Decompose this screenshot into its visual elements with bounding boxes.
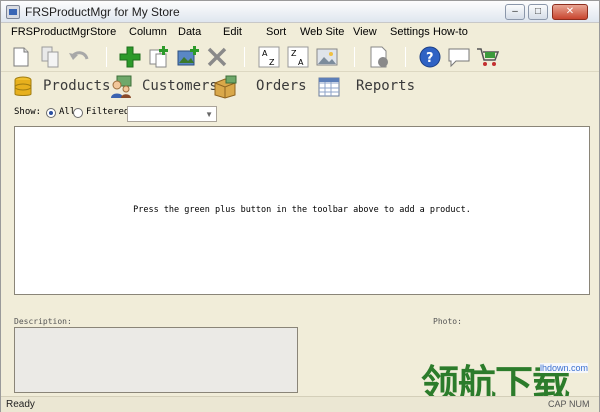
toolbar-separator (354, 47, 355, 67)
status-num: NUM (569, 399, 590, 409)
empty-grid-hint: Press the green plus button in the toolb… (133, 205, 471, 215)
photo-label: Photo: (433, 317, 462, 326)
tab-products[interactable]: Products (11, 73, 111, 101)
toolbar-separator (106, 47, 107, 67)
description-label: Description: (14, 317, 72, 326)
maximize-button[interactable]: □ (528, 4, 548, 20)
tab-orders-label: Orders (256, 78, 307, 94)
menu-sort[interactable]: Sort (266, 26, 286, 38)
toolbar-separator (244, 47, 245, 67)
app-icon (6, 5, 20, 19)
title-bar: FRSProductMgr for My Store – □ ✕ (1, 1, 599, 23)
toolbar-separator (405, 47, 406, 67)
add-image-icon[interactable] (176, 45, 200, 69)
menu-web-site[interactable]: Web Site (300, 26, 344, 38)
menu-bar: FRSProductMgr Store Column Data Edit Sor… (1, 23, 599, 42)
svg-text:Z: Z (291, 49, 297, 58)
database-icon (11, 75, 35, 99)
customers-icon (109, 75, 133, 99)
minimize-button[interactable]: – (505, 4, 525, 20)
status-cap: CAP (548, 399, 567, 409)
tab-products-label: Products (43, 78, 111, 94)
radio-filtered-label: Filtered (86, 107, 130, 117)
tab-customers-label: Customers (142, 78, 218, 94)
menu-store[interactable]: Store (90, 26, 116, 38)
sort-az-icon[interactable]: AZ (257, 45, 281, 69)
sort-za-icon[interactable]: ZA (286, 45, 310, 69)
delete-icon[interactable] (205, 45, 229, 69)
menu-column[interactable]: Column (129, 26, 167, 38)
chevron-down-icon: ▼ (205, 110, 213, 119)
toolbar: AZ ZA ? (1, 42, 599, 72)
status-text: Ready (6, 399, 35, 410)
close-button[interactable]: ✕ (552, 4, 588, 20)
svg-text:?: ? (426, 51, 434, 66)
tab-reports[interactable]: Reports (317, 73, 417, 101)
app-window: FRSProductMgr for My Store – □ ✕ FRSProd… (0, 0, 600, 412)
svg-text:Z: Z (269, 58, 275, 67)
cart-icon[interactable] (476, 45, 500, 69)
chat-icon[interactable] (447, 45, 471, 69)
reports-icon (317, 75, 341, 99)
duplicate-icon[interactable] (147, 45, 171, 69)
filter-combo[interactable]: ▼ (127, 106, 217, 122)
undo-icon[interactable] (67, 45, 91, 69)
radio-filtered[interactable] (73, 108, 83, 118)
menu-how-to[interactable]: How-to (433, 26, 468, 38)
svg-text:A: A (262, 49, 268, 58)
svg-text:A: A (298, 58, 304, 67)
tab-orders[interactable]: Orders (213, 73, 309, 101)
menu-edit[interactable]: Edit (223, 26, 242, 38)
show-label: Show: (14, 107, 42, 117)
new-icon[interactable] (9, 45, 33, 69)
menu-view[interactable]: View (353, 26, 377, 38)
upload-icon[interactable] (367, 45, 391, 69)
description-box[interactable] (14, 327, 298, 393)
menu-frsproductmgr[interactable]: FRSProductMgr (11, 26, 90, 38)
watermark-url: lhdown.com (540, 363, 589, 373)
filter-row: Show: All Filtered ▼ (1, 103, 599, 123)
window-title: FRSProductMgr for My Store (25, 5, 180, 19)
menu-data[interactable]: Data (178, 26, 201, 38)
view-tabs: Products Customers Orders Reports (1, 73, 599, 101)
help-icon[interactable]: ? (418, 45, 442, 69)
tab-reports-label: Reports (356, 78, 416, 94)
orders-icon (213, 75, 237, 99)
radio-all[interactable] (46, 108, 56, 118)
image-icon[interactable] (315, 45, 339, 69)
menu-settings[interactable]: Settings (390, 26, 430, 38)
status-bar: Ready CAP NUM (1, 396, 599, 412)
product-grid[interactable]: Press the green plus button in the toolb… (14, 126, 590, 295)
tab-customers[interactable]: Customers (109, 73, 219, 101)
add-icon[interactable] (118, 45, 142, 69)
copy-icon[interactable] (39, 45, 63, 69)
